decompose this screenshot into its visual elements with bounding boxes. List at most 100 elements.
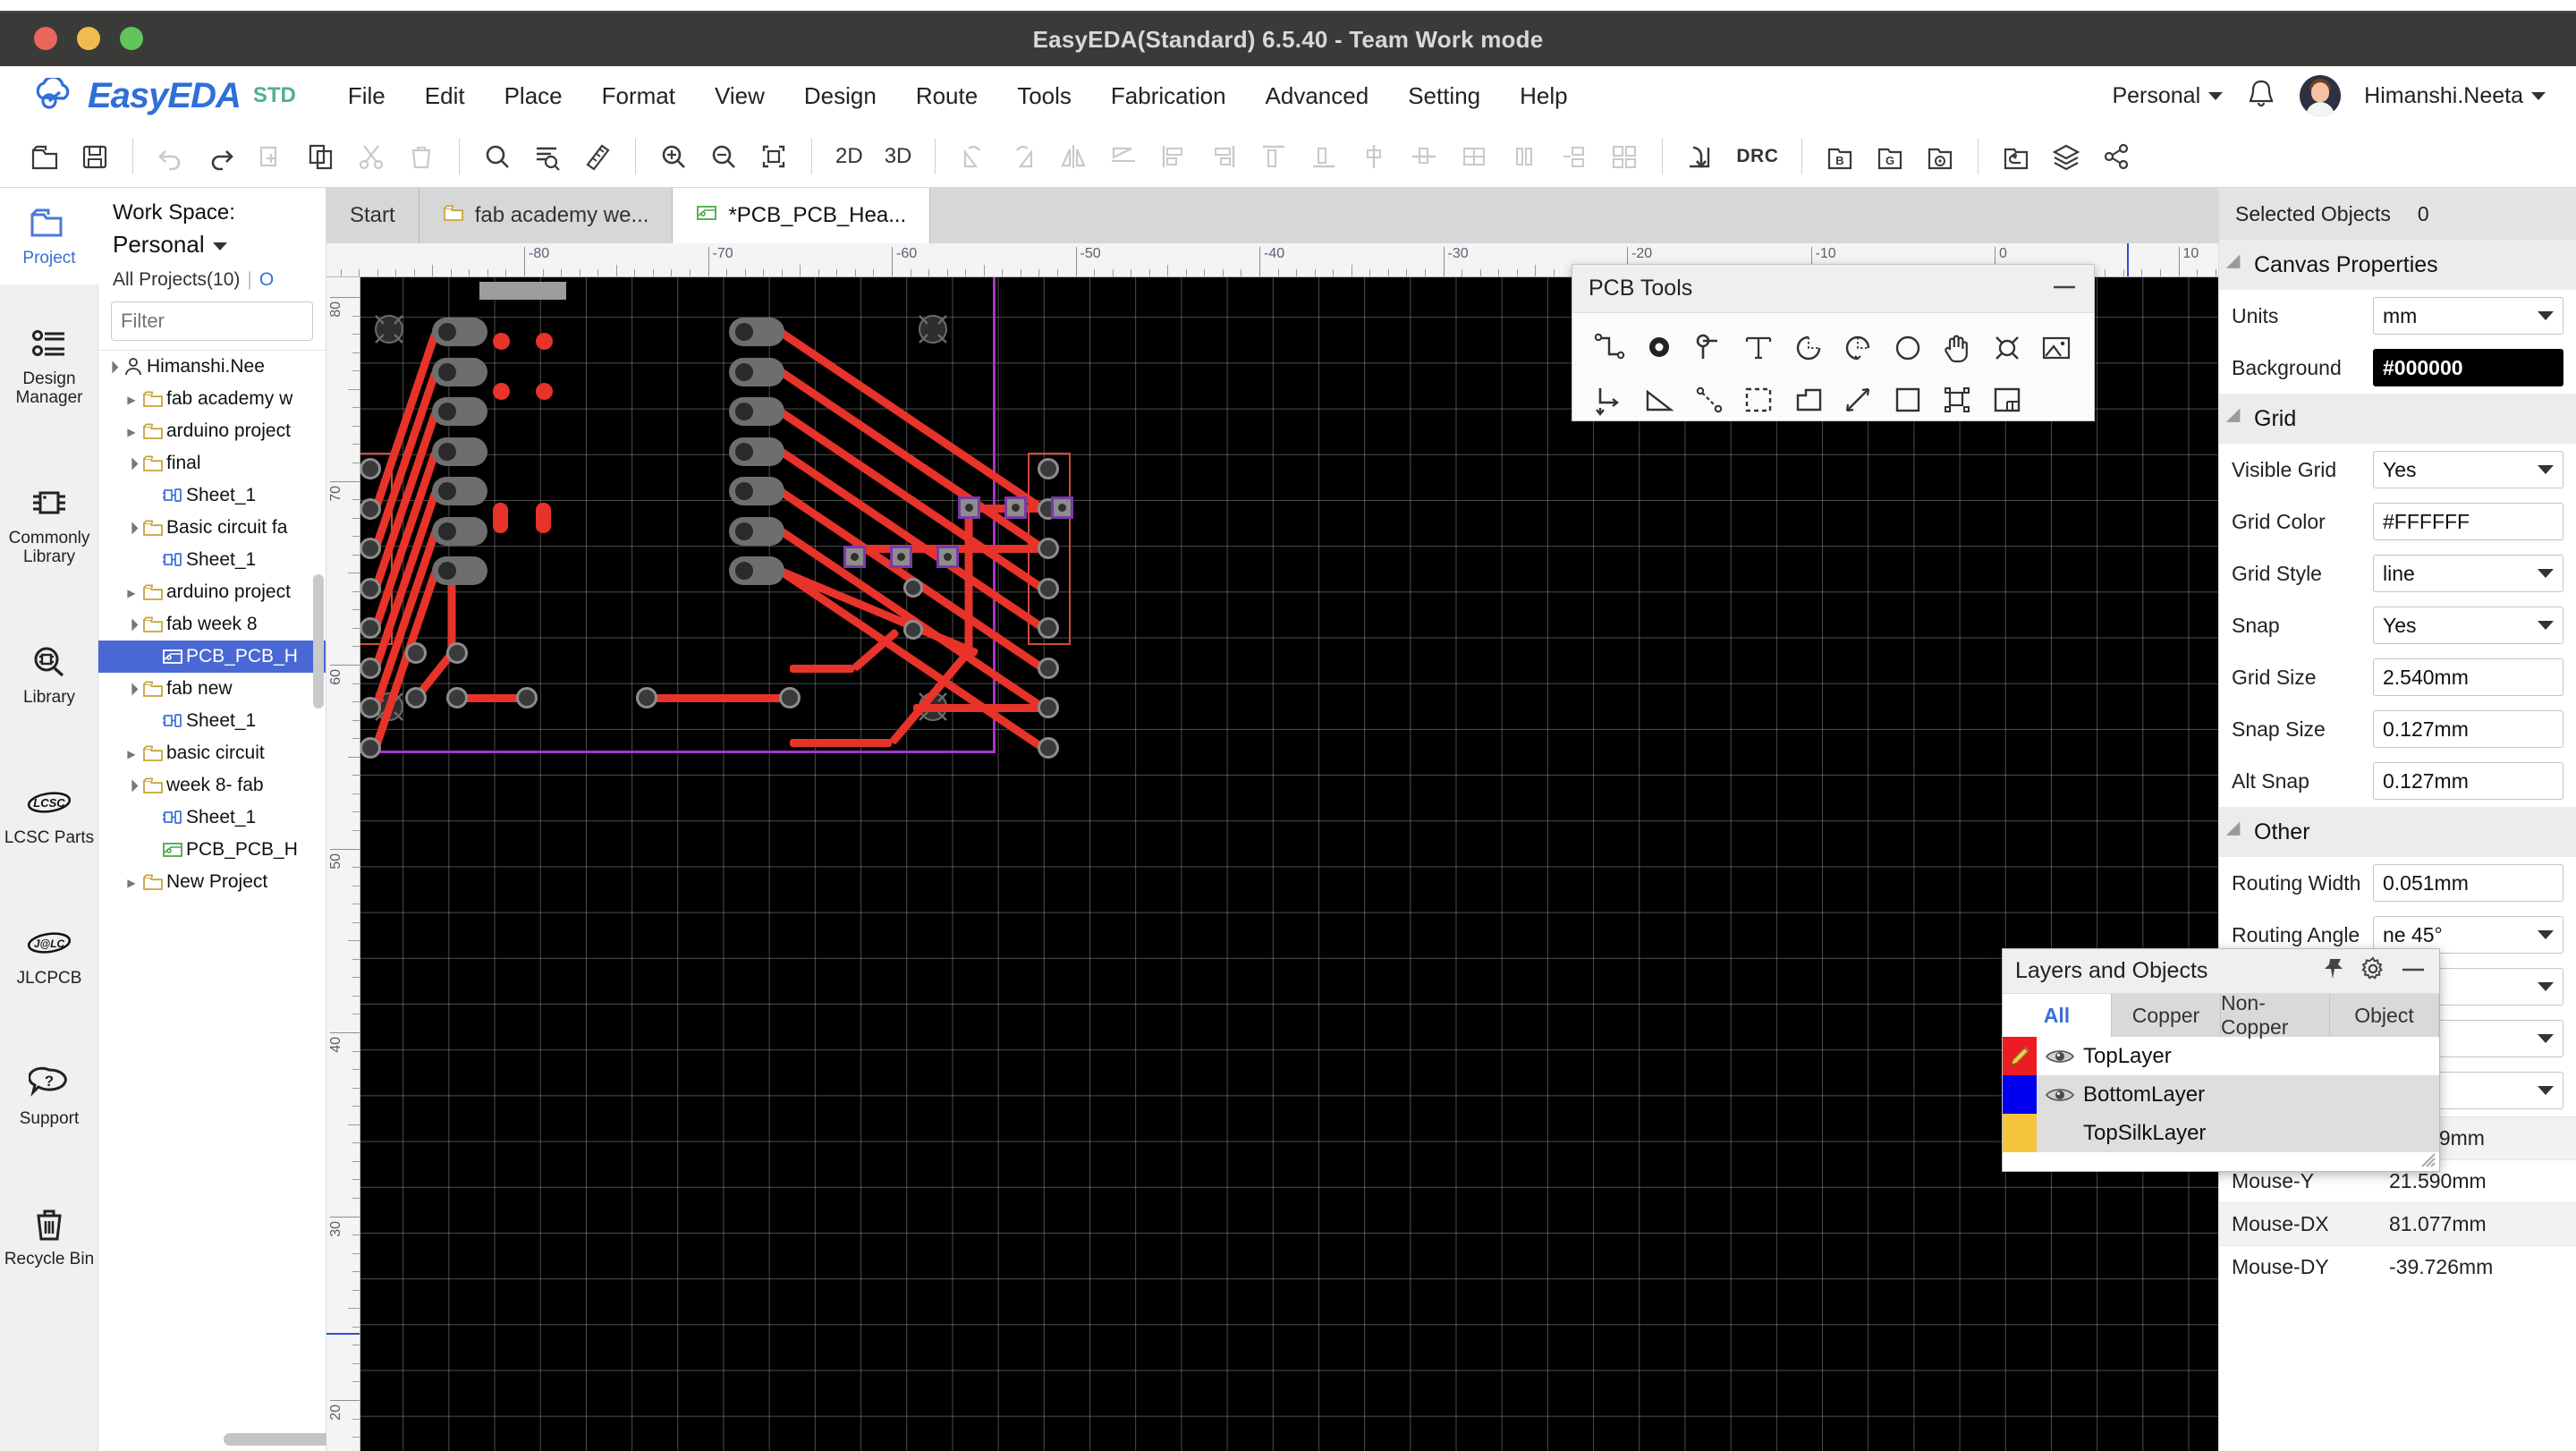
tree-scrollbar[interactable] <box>313 574 324 709</box>
through-hole-pad[interactable] <box>432 357 487 386</box>
protractor-tool[interactable] <box>1638 378 1681 421</box>
tree-item-final[interactable]: final <box>98 447 326 479</box>
gerber-folder-icon[interactable]: G <box>1865 133 1915 180</box>
hole-tool[interactable] <box>1986 327 2029 369</box>
property-field-grid-color[interactable]: #FFFFFF <box>2373 503 2563 540</box>
via-tool[interactable] <box>1688 327 1731 369</box>
via[interactable] <box>1038 458 1059 479</box>
view-2d-button[interactable]: 2D <box>825 144 874 169</box>
bom-folder-icon[interactable]: B <box>1815 133 1865 180</box>
workspace-value[interactable]: Personal <box>98 225 326 259</box>
layer-row-topsilklayer[interactable]: TopSilkLayer <box>2003 1114 2439 1152</box>
arc-tool[interactable] <box>1787 327 1830 369</box>
layer-visibility-icon[interactable] <box>2037 1047 2083 1066</box>
through-hole-pad[interactable] <box>432 516 487 546</box>
auto-route-icon[interactable] <box>1675 133 1725 180</box>
import-folder-icon[interactable] <box>1991 133 2041 180</box>
through-hole-pad[interactable] <box>729 357 784 386</box>
smd-pad[interactable] <box>843 546 866 568</box>
tree-twisty[interactable] <box>123 425 140 438</box>
layer-row-toplayer[interactable]: TopLayer <box>2003 1037 2439 1075</box>
menu-item-fabrication[interactable]: Fabrication <box>1091 75 1246 117</box>
image-tool[interactable] <box>2035 327 2078 369</box>
via[interactable] <box>1038 617 1059 639</box>
via[interactable] <box>1038 657 1059 679</box>
layer-color-swatch[interactable] <box>2003 1037 2037 1075</box>
via[interactable] <box>1038 538 1059 559</box>
tree-item-fab-academy-w[interactable]: fab academy w <box>98 383 326 415</box>
via[interactable] <box>405 642 427 664</box>
find-icon[interactable] <box>472 133 522 180</box>
via[interactable] <box>360 577 381 599</box>
text-tool[interactable] <box>1737 327 1780 369</box>
tree-item-sheet-1[interactable]: Sheet_1 <box>98 544 326 576</box>
via[interactable] <box>1038 736 1059 759</box>
resize-handle-icon[interactable] <box>2417 1149 2436 1168</box>
layer-color-swatch[interactable] <box>2003 1114 2037 1152</box>
via[interactable] <box>779 687 801 709</box>
pcb-canvas[interactable] <box>360 277 2218 1451</box>
property-field-snap-size[interactable]: 0.127mm <box>2373 710 2563 748</box>
share-icon[interactable] <box>2091 133 2141 180</box>
tab-pcb[interactable]: *PCB_PCB_Hea... <box>673 188 931 243</box>
smd-pad[interactable] <box>936 546 959 568</box>
menu-item-help[interactable]: Help <box>1500 75 1587 117</box>
via[interactable] <box>360 617 381 639</box>
via[interactable] <box>1038 697 1059 718</box>
tree-item-pcb-pcb-h[interactable]: PCB_PCB_H <box>98 641 326 673</box>
save-file-icon[interactable] <box>70 133 120 180</box>
all-projects-label[interactable]: All Projects(10) <box>113 269 240 290</box>
via[interactable] <box>446 687 468 709</box>
track-tool[interactable] <box>1589 327 1631 369</box>
menu-item-file[interactable]: File <box>328 75 405 117</box>
property-field-routing-width[interactable]: 0.051mm <box>2373 864 2563 902</box>
smd-pad[interactable] <box>890 546 912 568</box>
copper-trace[interactable] <box>647 693 790 702</box>
ruler-icon[interactable] <box>572 133 623 180</box>
open-file-icon[interactable] <box>20 133 70 180</box>
tree-twisty[interactable] <box>123 876 140 889</box>
tree-item-new-project[interactable]: New Project <box>98 866 326 898</box>
via[interactable] <box>636 687 657 709</box>
property-field-alt-snap[interactable]: 0.127mm <box>2373 762 2563 800</box>
tree-item-fab-week-8[interactable]: fab week 8 <box>98 608 326 641</box>
through-hole-pad[interactable] <box>729 556 784 585</box>
rail-item-project[interactable]: Project <box>0 188 98 278</box>
tree-item-arduino-project[interactable]: arduino project <box>98 576 326 608</box>
measure-tool[interactable] <box>1836 378 1879 421</box>
property-group-other[interactable]: Other <box>2219 807 2576 857</box>
menu-item-format[interactable]: Format <box>582 75 695 117</box>
via[interactable] <box>360 497 381 520</box>
via[interactable] <box>446 642 468 664</box>
drc-button[interactable]: DRC <box>1725 146 1789 167</box>
property-group-canvas-properties[interactable]: Canvas Properties <box>2219 240 2576 290</box>
through-hole-pad[interactable] <box>729 437 784 466</box>
tree-item-week-8-fab[interactable]: week 8- fab <box>98 769 326 802</box>
through-hole-pad[interactable] <box>432 556 487 585</box>
copper-trace[interactable] <box>790 738 892 747</box>
user-menu[interactable]: Himanshi.Neeta <box>2364 83 2546 109</box>
via[interactable] <box>903 620 923 640</box>
property-field-background[interactable]: #000000 <box>2373 349 2563 386</box>
smd-pad[interactable] <box>1004 496 1027 519</box>
via[interactable] <box>360 736 381 759</box>
copper-area-tool[interactable] <box>1737 378 1780 421</box>
tree-item-himanshi-nee[interactable]: Himanshi.Nee <box>98 351 326 383</box>
pick-place-folder-icon[interactable] <box>1915 133 1965 180</box>
through-hole-pad[interactable] <box>729 397 784 426</box>
property-field-visible-grid[interactable]: Yes <box>2373 451 2563 488</box>
via[interactable] <box>360 538 381 559</box>
tree-twisty[interactable] <box>123 747 140 760</box>
avatar[interactable] <box>2300 75 2342 116</box>
pad-tool[interactable] <box>1638 327 1681 369</box>
tree-item-arduino-project[interactable]: arduino project <box>98 415 326 447</box>
menu-item-design[interactable]: Design <box>784 75 896 117</box>
via[interactable] <box>360 657 381 679</box>
through-hole-pad[interactable] <box>432 397 487 426</box>
menu-item-advanced[interactable]: Advanced <box>1246 75 1389 117</box>
view-3d-button[interactable]: 3D <box>874 144 923 169</box>
copper-trace[interactable] <box>913 703 1057 712</box>
minimize-icon[interactable] <box>2400 963 2427 980</box>
tree-twisty[interactable] <box>123 778 140 793</box>
copper-trace[interactable] <box>964 508 973 651</box>
